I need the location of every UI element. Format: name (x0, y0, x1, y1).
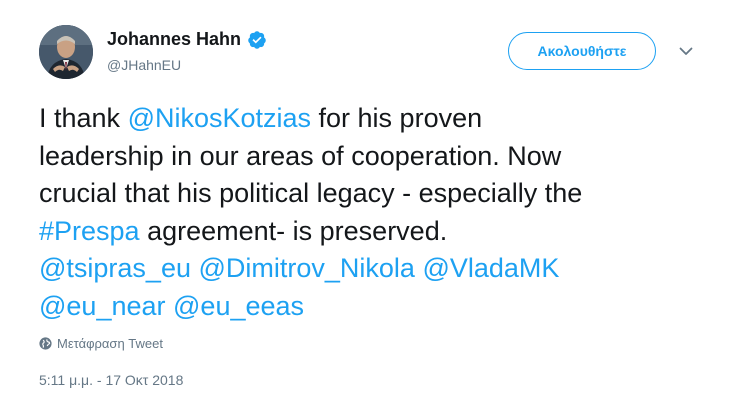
tweet-text-segment: crucial that his political legacy - espe… (39, 178, 583, 208)
tweet-line: @tsipras_eu @Dimitrov_Nikola @VladaMK (39, 250, 719, 288)
mention-link[interactable]: @tsipras_eu (39, 253, 191, 283)
mention-link[interactable]: @Dimitrov_Nikola (199, 253, 415, 283)
tweet-text-segment: I thank (39, 103, 128, 133)
tweet-text: I thank @NikosKotzias for his proven lea… (39, 100, 719, 325)
mention-link[interactable]: @VladaMK (422, 253, 559, 283)
translate-label[interactable]: Μετάφραση Tweet (57, 336, 163, 351)
tweet-line: @eu_near @eu_eeas (39, 288, 719, 326)
chevron-down-icon[interactable] (677, 42, 695, 60)
author-name[interactable]: Johannes Hahn (107, 29, 241, 50)
tweet-line: crucial that his political legacy - espe… (39, 175, 719, 213)
tweet-timestamp[interactable]: 5:11 μ.μ. - 17 Οκτ 2018 (39, 372, 183, 388)
author-handle[interactable]: @JHahnEU (107, 57, 181, 73)
follow-button[interactable]: Ακολουθήστε (508, 32, 656, 70)
globe-icon (39, 337, 52, 350)
tweet-line: #Prespa agreement- is preserved. (39, 213, 719, 251)
tweet-text-segment: agreement- is preserved. (139, 215, 448, 246)
avatar[interactable] (39, 25, 93, 79)
tweet-line: leadership in our areas of cooperation. … (39, 138, 719, 176)
tweet-text-segment (191, 253, 199, 283)
hashtag-link[interactable]: #Prespa (39, 216, 140, 246)
mention-link[interactable]: @eu_near (39, 291, 166, 321)
translate-tweet-link[interactable]: Μετάφραση Tweet (39, 336, 163, 351)
mention-link[interactable]: @eu_eeas (173, 291, 304, 321)
tweet-line: I thank @NikosKotzias for his proven (39, 100, 719, 138)
tweet-text-segment: for his proven (311, 103, 483, 133)
author-name-row[interactable]: Johannes Hahn (107, 29, 267, 50)
mention-link[interactable]: @NikosKotzias (128, 103, 311, 133)
tweet-text-segment (166, 291, 174, 321)
tweet-text-segment: leadership in our areas of cooperation. … (39, 140, 562, 171)
avatar-image (39, 25, 93, 79)
verified-badge-icon (248, 30, 266, 49)
